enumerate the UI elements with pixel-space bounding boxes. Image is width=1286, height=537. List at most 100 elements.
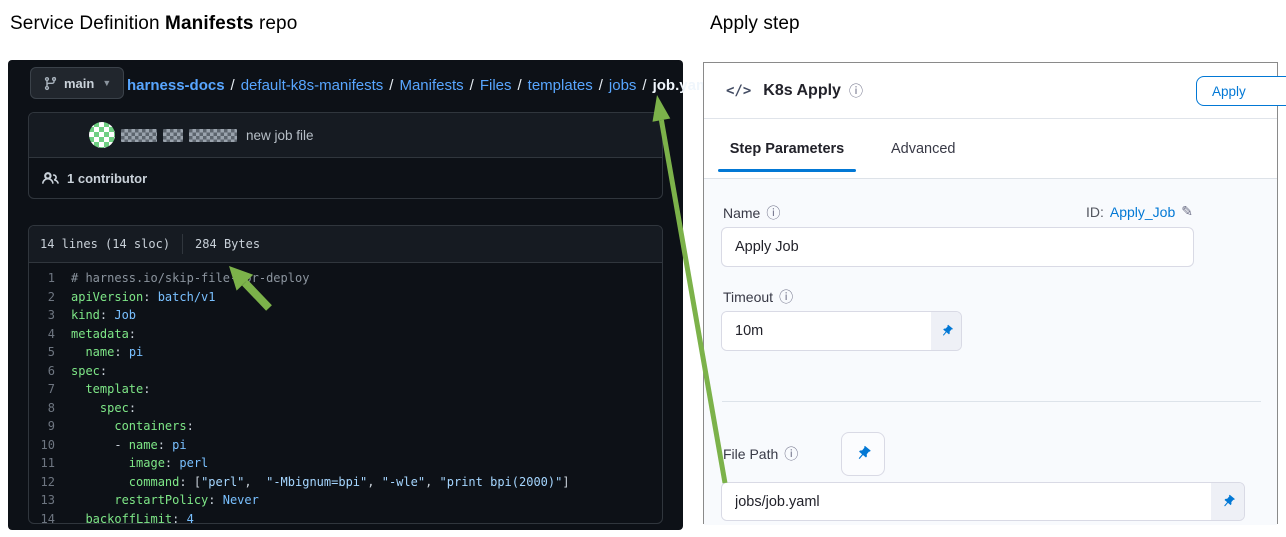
breadcrumb-separator: / (598, 76, 603, 94)
file-path-input-group (721, 482, 1245, 521)
code-line-content: name: pi (85, 345, 144, 359)
line-number[interactable]: 8 (29, 399, 71, 418)
file-path-input[interactable] (722, 483, 1211, 520)
code-line: 2 apiVersion: batch/v1 (29, 288, 662, 307)
code-line: 7 template: (29, 380, 662, 399)
code-line: 14 backoffLimit: 4 (29, 510, 662, 524)
step-id-link[interactable]: Apply_Job (1110, 204, 1175, 220)
divider (182, 234, 184, 254)
breadcrumb-link[interactable]: default-k8s-manifests (241, 77, 384, 94)
code-line: 8 spec: (29, 399, 662, 418)
edit-pencil-icon[interactable]: ✎ (1181, 203, 1193, 220)
left-title-pre: Service Definition (10, 13, 166, 34)
code-line-content: spec: (99, 400, 137, 415)
branch-name: main (64, 75, 95, 91)
github-file-panel: main ▼ harness-docs / default-k8s-manife… (8, 60, 713, 530)
breadcrumb-separator: / (642, 76, 647, 94)
timeout-input-group (721, 311, 962, 351)
code-step-icon: </> (726, 82, 752, 99)
tab-label: Step Parameters (729, 140, 845, 157)
file-info-bar: 14 lines (14 sloc) 284 Bytes (29, 226, 662, 263)
file-size: 284 Bytes (195, 237, 261, 251)
step-tabs: Step Parameters Advanced (704, 119, 1277, 179)
line-number[interactable]: 7 (29, 380, 71, 399)
breadcrumb-link[interactable]: Files (480, 77, 512, 94)
label-text: Name (723, 205, 761, 221)
timeout-field-label: Timeout ⓘ (723, 287, 793, 307)
code-line: 13 restartPolicy: Never (29, 491, 662, 510)
line-number[interactable]: 14 (29, 510, 71, 524)
info-icon[interactable]: ⓘ (766, 203, 780, 223)
breadcrumb-repo-link[interactable]: harness-docs (127, 77, 225, 94)
pin-icon[interactable] (1211, 483, 1244, 520)
github-topbar: main ▼ harness-docs / default-k8s-manife… (8, 60, 713, 110)
line-number[interactable]: 13 (29, 491, 71, 510)
line-number[interactable]: 12 (29, 473, 71, 492)
info-icon[interactable]: ⓘ (784, 444, 798, 464)
line-number[interactable]: 6 (29, 362, 71, 381)
right-panel-title: Apply step (710, 13, 800, 34)
code-line-content: - name: pi (71, 437, 187, 452)
pin-icon[interactable] (931, 312, 961, 350)
breadcrumb-separator: / (230, 76, 235, 94)
chevron-down-icon: ▼ (102, 78, 112, 88)
file-viewer: 14 lines (14 sloc) 284 Bytes 1 # harness.… (28, 225, 663, 524)
line-number[interactable]: 10 (29, 436, 71, 455)
avatar[interactable] (89, 122, 115, 148)
code-line: 10 - name: pi (29, 436, 662, 455)
line-number[interactable]: 3 (29, 306, 71, 325)
info-icon[interactable]: ⓘ (779, 287, 793, 307)
breadcrumb-separator: / (517, 76, 522, 94)
code-line: 4 metadata: (29, 325, 662, 344)
latest-commit-row[interactable]: new job file (29, 113, 662, 158)
breadcrumb-link[interactable]: Manifests (399, 77, 463, 94)
code-lines: 1 # harness.io/skip-file-for-deploy 2 apiVe… (29, 263, 662, 524)
code-line: 11 image: perl (29, 454, 662, 473)
code-line-content: metadata: (71, 326, 137, 341)
code-line: 6 spec: (29, 362, 662, 381)
redacted-username (189, 128, 237, 142)
tab-step-parameters[interactable]: Step Parameters (718, 119, 856, 178)
timeout-input[interactable] (722, 312, 931, 350)
code-line-content: containers: (114, 419, 194, 433)
file-path-field-label: File Path ⓘ (723, 444, 798, 464)
redacted-username (163, 128, 183, 142)
left-title-bold: Manifests (165, 13, 254, 34)
step-parameters-form: Name ⓘ ID: Apply_Job ✎ Timeout ⓘ File Pa… (704, 179, 1277, 525)
label-text: File Path (723, 446, 779, 462)
code-line-content: template: (85, 382, 151, 396)
breadcrumb: harness-docs / default-k8s-manifests / M… (127, 60, 713, 110)
label-text: Timeout (723, 289, 774, 305)
code-line-content: spec: (71, 363, 108, 378)
info-icon[interactable]: ⓘ (849, 81, 863, 101)
k8s-apply-step-panel: </> K8s Apply ⓘ Apply Step Parameters Ad… (703, 62, 1286, 525)
line-number[interactable]: 11 (29, 454, 71, 473)
breadcrumb-separator: / (389, 76, 394, 94)
code-line-content: kind: Job (71, 308, 137, 322)
branch-selector-button[interactable]: main ▼ (30, 67, 125, 99)
people-icon (42, 170, 59, 187)
left-title-post: repo (253, 13, 298, 34)
breadcrumb-link[interactable]: templates (528, 77, 593, 94)
file-path-pin-button[interactable] (841, 432, 885, 476)
line-number[interactable]: 9 (29, 417, 71, 436)
tab-advanced[interactable]: Advanced (881, 119, 966, 178)
redacted-username (121, 128, 157, 142)
code-line-content: # harness.io/skip-file-for-deploy (71, 271, 310, 285)
code-line-content: command: ["perl", "-Mbignum=bpi", "-wle"… (128, 474, 570, 489)
contributors-row[interactable]: 1 contributor (29, 158, 662, 198)
name-input[interactable] (721, 227, 1194, 267)
commit-message-link[interactable]: new job file (246, 128, 314, 143)
line-number[interactable]: 4 (29, 325, 71, 344)
line-number[interactable]: 5 (29, 343, 71, 362)
file-lines-count: 14 lines (14 sloc) (40, 237, 171, 251)
breadcrumb-link[interactable]: jobs (609, 77, 637, 94)
line-number[interactable]: 1 (29, 269, 71, 288)
apply-button[interactable]: Apply (1196, 76, 1286, 106)
name-field-label: Name ⓘ (723, 203, 780, 223)
active-tab-indicator (718, 169, 856, 172)
left-panel-title: Service Definition Manifests repo (10, 13, 297, 35)
section-divider (722, 401, 1261, 402)
line-number[interactable]: 2 (29, 288, 71, 307)
tab-label: Advanced (891, 140, 956, 157)
